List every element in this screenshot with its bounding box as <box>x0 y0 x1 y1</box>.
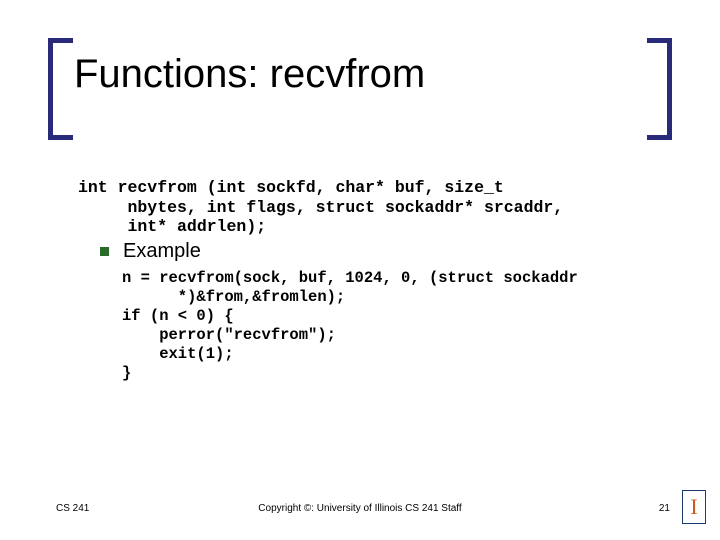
page-number: 21 <box>659 503 670 514</box>
footer: CS 241 Copyright ©: University of Illino… <box>0 494 720 514</box>
code-line: *)&from,&fromlen); <box>122 288 345 306</box>
bracket-right-icon <box>647 38 672 140</box>
bracket-left-icon <box>48 38 73 140</box>
signature-line: nbytes, int flags, struct sockaddr* srca… <box>78 198 563 217</box>
example-label: Example <box>123 239 201 263</box>
signature-line: int* addrlen); <box>78 217 266 236</box>
footer-center: Copyright ©: University of Illinois CS 2… <box>0 503 720 514</box>
square-bullet-icon <box>100 247 109 256</box>
code-line: perror("recvfrom"); <box>122 326 336 344</box>
body-content: int recvfrom (int sockfd, char* buf, siz… <box>78 158 680 383</box>
example-bullet-row: Example <box>78 239 680 263</box>
code-line: if (n < 0) { <box>122 307 234 325</box>
logo-glyph: I <box>690 494 697 520</box>
illinois-logo-icon: I <box>682 490 706 524</box>
slide: Functions: recvfrom int recvfrom (int so… <box>0 0 720 540</box>
code-line: n = recvfrom(sock, buf, 1024, 0, (struct… <box>122 269 578 287</box>
title-area: Functions: recvfrom <box>56 52 664 97</box>
signature-line: int recvfrom (int sockfd, char* buf, siz… <box>78 178 504 197</box>
example-code: n = recvfrom(sock, buf, 1024, 0, (struct… <box>122 269 680 382</box>
code-line: exit(1); <box>122 345 234 363</box>
code-line: } <box>122 364 131 382</box>
page-title: Functions: recvfrom <box>74 52 664 97</box>
